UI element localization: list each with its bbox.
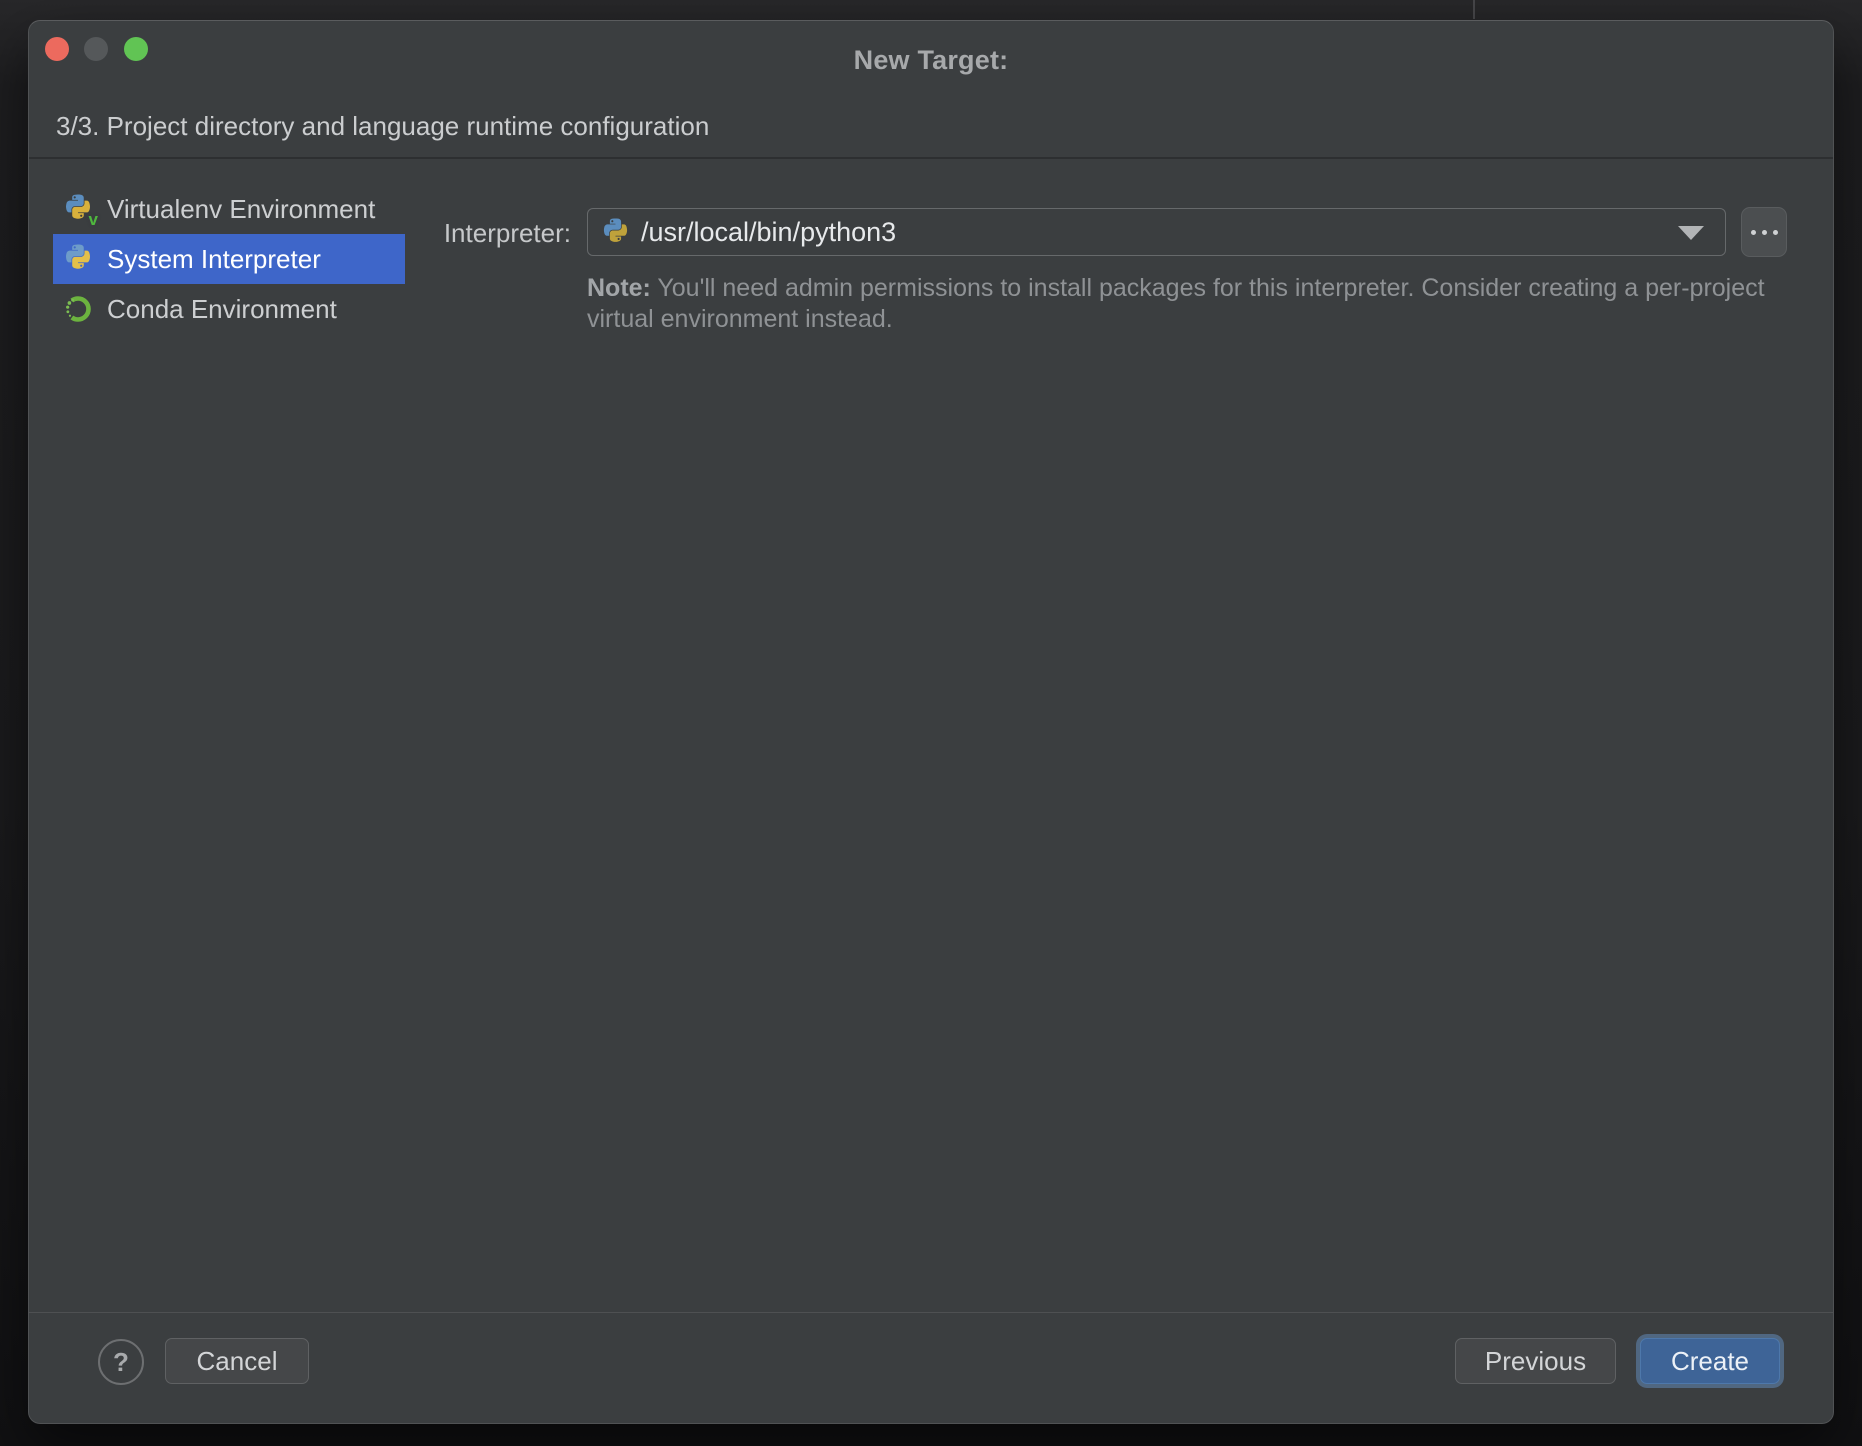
list-item-label: System Interpreter bbox=[107, 244, 321, 275]
list-item-label: Virtualenv Environment bbox=[107, 194, 375, 225]
help-button[interactable]: ? bbox=[98, 1339, 144, 1385]
create-button[interactable]: Create bbox=[1640, 1338, 1780, 1384]
interpreter-value: /usr/local/bin/python3 bbox=[641, 217, 896, 248]
new-target-dialog: New Target: 3/3. Project directory and l… bbox=[28, 20, 1834, 1424]
interpreter-combobox[interactable]: /usr/local/bin/python3 bbox=[587, 208, 1726, 256]
previous-button[interactable]: Previous bbox=[1455, 1338, 1616, 1384]
titlebar[interactable]: New Target: bbox=[29, 21, 1833, 97]
list-item-label: Conda Environment bbox=[107, 294, 337, 325]
ellipsis-icon bbox=[1751, 230, 1756, 235]
dialog-title: New Target: bbox=[29, 45, 1833, 76]
virtualenv-badge: v bbox=[89, 210, 98, 230]
question-mark-icon: ? bbox=[113, 1347, 129, 1378]
note-line-1: Note: You'll need admin permissions to i… bbox=[587, 273, 1767, 304]
background-window-divider bbox=[1473, 0, 1475, 19]
interpreter-note: Note: You'll need admin permissions to i… bbox=[587, 273, 1767, 335]
environment-type-list: v Virtualenv Environment System Interpre… bbox=[53, 184, 405, 334]
footer-separator bbox=[29, 1312, 1833, 1313]
ellipsis-icon bbox=[1773, 230, 1778, 235]
browse-button[interactable] bbox=[1741, 207, 1787, 257]
cancel-button[interactable]: Cancel bbox=[165, 1338, 309, 1384]
python-icon bbox=[601, 218, 630, 247]
python-icon bbox=[63, 244, 93, 274]
list-item-conda-environment[interactable]: Conda Environment bbox=[53, 284, 405, 334]
conda-icon bbox=[63, 294, 93, 324]
step-header: 3/3. Project directory and language runt… bbox=[56, 111, 1806, 142]
chevron-down-icon bbox=[1678, 226, 1704, 240]
note-line-2: virtual environment instead. bbox=[587, 304, 1767, 335]
note-label: Note: bbox=[587, 274, 651, 302]
list-item-virtualenv-environment[interactable]: v Virtualenv Environment bbox=[53, 184, 405, 234]
header-separator bbox=[29, 157, 1833, 159]
python-virtualenv-icon: v bbox=[63, 194, 93, 224]
ellipsis-icon bbox=[1762, 230, 1767, 235]
list-item-system-interpreter[interactable]: System Interpreter bbox=[53, 234, 405, 284]
interpreter-label: Interpreter: bbox=[379, 218, 571, 248]
